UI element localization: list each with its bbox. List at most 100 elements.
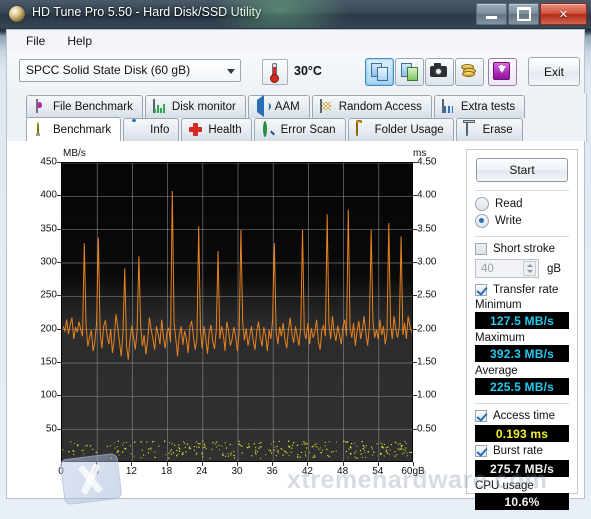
check-update-button[interactable] xyxy=(488,58,517,86)
x-axis-tick: 60gB xyxy=(401,466,425,477)
short-stroke-unit-label: gB xyxy=(547,262,562,275)
tab-info-label: Info xyxy=(150,124,170,136)
benchmark-panel: MB/s ms 50 100 150 200 250 300 350 400 450 0.50 1.… xyxy=(6,141,585,510)
x-axis-tick: 18 xyxy=(161,466,173,477)
temperature-button[interactable] xyxy=(262,59,288,85)
x-axis-tick: 54 xyxy=(372,466,384,477)
checkbox-access-time-label: Access time xyxy=(493,410,555,422)
coins-icon xyxy=(461,64,477,77)
maximum-label: Maximum xyxy=(475,332,525,344)
random-access-icon xyxy=(319,99,334,114)
trash-icon xyxy=(464,122,478,137)
close-icon: ✕ xyxy=(558,8,569,21)
checkbox-burst-rate-label: Burst rate xyxy=(493,445,543,457)
health-cross-icon xyxy=(189,123,203,137)
benchmark-options-panel: Start Read Write Short stroke 40 gB Tran… xyxy=(466,149,578,510)
y2-axis-tick: 0.50 xyxy=(417,423,437,435)
tab-disk-monitor[interactable]: Disk monitor xyxy=(144,95,246,118)
watermark-logo-icon xyxy=(59,452,123,506)
tab-benchmark[interactable]: Benchmark xyxy=(26,117,122,141)
radio-write-icon xyxy=(475,214,489,228)
tab-aam-label: AAM xyxy=(274,101,300,113)
menu-item-help[interactable]: Help xyxy=(56,32,103,50)
spinner-arrows-icon[interactable] xyxy=(523,261,536,276)
speaker-icon xyxy=(256,95,270,117)
y2-axis-tickmark xyxy=(413,295,417,297)
x-axis-tickmark xyxy=(272,462,274,466)
y-axis-tickmark xyxy=(57,195,61,197)
maximum-value: 392.3 MB/s xyxy=(475,345,569,362)
x-axis-tickmark xyxy=(342,462,344,466)
tab-health[interactable]: Health xyxy=(181,118,252,141)
burst-rate-value: 275.7 MB/s xyxy=(475,460,569,477)
divider xyxy=(475,190,569,191)
maximize-button[interactable] xyxy=(508,3,539,25)
chevron-down-icon xyxy=(227,69,235,74)
tab-extra-tests[interactable]: Extra tests xyxy=(433,95,526,118)
tab-row-secondary: Benchmark Info Health Error Scan Folder … xyxy=(6,117,585,141)
y-axis-tickmark xyxy=(57,328,61,330)
y2-axis-tickmark xyxy=(413,195,417,197)
radio-read[interactable]: Read xyxy=(475,197,569,211)
tab-folder-usage-label: Folder Usage xyxy=(374,124,444,136)
hdtune-logo-icon xyxy=(9,6,25,22)
tab-erase[interactable]: Erase xyxy=(455,118,523,141)
short-stroke-size-input[interactable]: 40 xyxy=(475,259,539,278)
extra-tests-icon xyxy=(441,99,456,114)
tab-folder-usage[interactable]: Folder Usage xyxy=(347,118,454,141)
copy-image-icon xyxy=(401,63,418,81)
tab-benchmark-label: Benchmark xyxy=(53,123,112,136)
checkbox-access-time-icon xyxy=(475,410,487,422)
menu-item-help-label: Help xyxy=(67,33,93,48)
y-axis-tick: 50 xyxy=(45,423,57,435)
file-benchmark-icon xyxy=(34,99,48,114)
radio-write[interactable]: Write xyxy=(475,214,569,228)
tab-random-access[interactable]: Random Access xyxy=(311,95,432,118)
checkbox-burst-rate-icon xyxy=(475,445,487,457)
start-button[interactable]: Start xyxy=(476,158,568,182)
checkbox-short-stroke-label: Short stroke xyxy=(493,243,555,255)
copy-to-clipboard-button[interactable] xyxy=(365,58,394,86)
y-axis-label: MB/s xyxy=(63,148,86,159)
x-axis-tickmark xyxy=(307,462,309,466)
y-axis-tick: 450 xyxy=(40,156,57,168)
checkbox-burst-rate[interactable]: Burst rate xyxy=(475,445,569,457)
magnifier-icon xyxy=(262,121,276,137)
close-button[interactable]: ✕ xyxy=(540,3,587,25)
lightbulb-icon xyxy=(34,121,48,137)
x-axis-tick: 12 xyxy=(125,466,137,477)
menu-item-file[interactable]: File xyxy=(15,32,56,50)
screenshot-button[interactable] xyxy=(425,58,454,86)
copy-image-button[interactable] xyxy=(395,58,424,86)
tab-info[interactable]: Info xyxy=(123,118,180,141)
checkbox-short-stroke-icon xyxy=(475,243,487,255)
toolbar: SPCC Solid State Disk (60 gB) 30°C Exit xyxy=(6,51,585,93)
chart-svg xyxy=(62,163,412,461)
x-axis-tickmark xyxy=(413,462,414,466)
camera-icon xyxy=(430,63,447,77)
window-title: HD Tune Pro 5.50 - Hard Disk/SSD Utility xyxy=(32,5,262,19)
disk-monitor-icon xyxy=(152,99,167,114)
checkbox-transfer-rate[interactable]: Transfer rate xyxy=(475,284,569,296)
y2-axis-tick: 2.00 xyxy=(417,323,437,335)
tab-file-benchmark[interactable]: File Benchmark xyxy=(26,95,143,118)
copy-icon xyxy=(371,63,388,81)
y-axis-tick: 100 xyxy=(40,389,57,401)
y2-axis-tick: 4.50 xyxy=(417,156,437,168)
folder-icon xyxy=(355,122,370,137)
y-axis-tickmark xyxy=(57,228,61,230)
checkbox-transfer-rate-icon xyxy=(475,284,487,296)
y-axis-tick: 150 xyxy=(40,356,57,368)
drive-select[interactable]: SPCC Solid State Disk (60 gB) xyxy=(19,59,241,82)
checkbox-transfer-rate-label: Transfer rate xyxy=(493,284,559,296)
donate-button[interactable] xyxy=(455,58,484,86)
tab-aam[interactable]: AAM xyxy=(247,95,310,118)
divider xyxy=(475,236,569,237)
exit-button[interactable]: Exit xyxy=(528,57,580,86)
tab-erase-label: Erase xyxy=(482,124,513,136)
tab-error-scan[interactable]: Error Scan xyxy=(253,118,346,141)
minimize-button[interactable] xyxy=(476,3,507,25)
checkbox-access-time[interactable]: Access time xyxy=(475,410,569,422)
checkbox-short-stroke[interactable]: Short stroke xyxy=(475,243,569,255)
y2-axis-tickmark xyxy=(413,162,417,163)
